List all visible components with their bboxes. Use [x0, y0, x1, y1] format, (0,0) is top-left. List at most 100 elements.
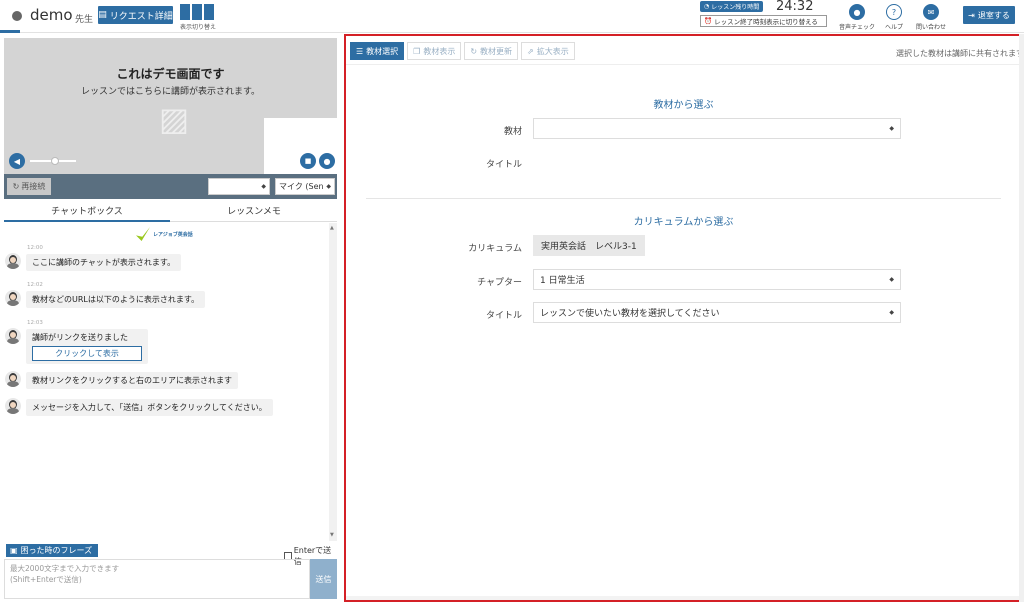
avatar	[5, 253, 21, 269]
refresh-icon: ↻	[12, 182, 20, 191]
title-label: タイトル	[485, 311, 522, 321]
material-refresh-label: 教材更新	[480, 46, 513, 56]
chevron-updown-icon: ◆	[326, 183, 331, 190]
status-indicator	[12, 11, 22, 21]
share-note: 選択した教材は講師に共有されます	[896, 49, 1024, 58]
avatar	[5, 290, 21, 306]
exit-room-button[interactable]: ⇥ 退室する	[963, 6, 1015, 24]
layout-icon	[180, 4, 216, 20]
message-time: 12:02	[27, 282, 43, 288]
timer-badge: ◔ レッスン残り時間	[700, 1, 764, 12]
volume-icon[interactable]: ◀	[9, 153, 25, 169]
request-detail-label: リクエスト詳細	[109, 11, 173, 22]
speaker-select[interactable]: ◆	[208, 178, 270, 195]
chevron-updown-icon: ◆	[261, 183, 266, 190]
chevron-updown-icon: ◆	[889, 276, 894, 283]
material-refresh-button[interactable]: ↻ 教材更新	[464, 42, 519, 60]
active-indicator	[0, 30, 20, 33]
scroll-down-icon[interactable]: ▼	[330, 532, 334, 538]
open-link-button[interactable]: クリックして表示	[32, 346, 142, 361]
message-bubble: ここに講師のチャットが表示されます。	[26, 254, 182, 271]
contact-button[interactable]: ✉ 問い合わせ	[911, 4, 951, 31]
section-title-materials: 教材から選ぶ	[653, 100, 714, 111]
video-subtitle: レッスンではこちらに講師が表示されます。	[80, 87, 261, 97]
message-bubble: メッセージを入力して、「送信」ボタンをクリックしてください。	[26, 399, 273, 416]
help-label: ヘルプ	[884, 24, 903, 31]
request-detail-button[interactable]: ▤ リクエスト詳細	[98, 6, 173, 24]
user-name: demo	[30, 6, 73, 24]
volume-slider-handle[interactable]	[51, 157, 59, 165]
send-button[interactable]: 送信	[310, 559, 337, 599]
audio-check-label: 音声チェック	[838, 24, 875, 31]
page-scrollbar[interactable]	[1019, 34, 1024, 602]
lesson-timer: ◔ レッスン残り時間 24:32 ⏰ レッスン終了時刻表示に切り替える	[700, 0, 828, 29]
material-label: 教材	[503, 127, 522, 137]
brand-logo: レアジョブ英会話	[136, 226, 193, 242]
timer-switch-button[interactable]: ⏰ レッスン終了時刻表示に切り替える	[700, 15, 827, 27]
scroll-up-icon[interactable]: ▲	[330, 225, 334, 231]
chapter-label: チャプター	[477, 278, 522, 288]
tab-lesson-memo[interactable]: レッスンメモ	[171, 205, 337, 222]
avatar	[5, 328, 21, 344]
timer-value: 24:32	[776, 0, 814, 14]
top-bar: demo 先生 ▤ リクエスト詳細 表示切り替え ◔ レッスン残り時間 24:3…	[0, 0, 1024, 33]
horizontal-scrollbar[interactable]	[346, 596, 1021, 600]
logo-icon	[136, 227, 150, 241]
list-icon: ☰	[356, 46, 364, 56]
input-placeholder-hint: (Shift+Enterで送信)	[10, 575, 82, 584]
material-select-label: 教材選択	[366, 46, 399, 56]
mic-select[interactable]: マイク (Sen ◆	[275, 178, 335, 195]
contact-label: 問い合わせ	[915, 24, 946, 31]
title-label: タイトル	[485, 160, 522, 170]
timer-badge-label: レッスン残り時間	[711, 4, 760, 11]
chat-input-toolbar: ▣ 困った時のフレーズ Enterで送信	[4, 543, 337, 566]
message-bubble: 講師がリンクを送りました クリックして表示	[26, 329, 148, 364]
title-select[interactable]: レッスンで使いたい教材を選択してください ◆	[533, 302, 901, 323]
message-time: 12:03	[27, 320, 43, 326]
toolbar-divider	[346, 64, 1021, 65]
question-icon: ?	[886, 4, 902, 20]
clock-icon: ◔	[704, 3, 710, 10]
message-text: 講師がリンクを送りました	[32, 333, 128, 342]
title-select-value: レッスンで使いたい教材を選択してください	[540, 309, 720, 319]
chat-log: レアジョブ英会話 12:00 ここに講師のチャットが表示されます。 12:02 …	[4, 223, 337, 541]
chevron-updown-icon: ◆	[889, 309, 894, 316]
exit-label: 退室する	[977, 10, 1010, 20]
expand-button[interactable]: ⇗ 拡大表示	[521, 42, 575, 60]
material-select-button[interactable]: ☰ 教材選択	[350, 42, 405, 60]
layout-toggle-label: 表示切り替え	[180, 24, 217, 31]
message-bubble: 教材などのURLは以下のように表示されます。	[26, 291, 206, 308]
phrases-button[interactable]: ▣ 困った時のフレーズ	[6, 544, 98, 557]
message-input[interactable]: 最大2000文字まで入力できます (Shift+Enterで送信)	[4, 559, 310, 599]
material-select[interactable]: ◆	[533, 118, 901, 139]
reconnect-button[interactable]: ↻ 再接続	[7, 178, 51, 195]
tab-chatbox[interactable]: チャットボックス	[4, 205, 170, 222]
copy-icon: ❐	[413, 46, 421, 56]
chat-bubble-icon: ▣	[10, 546, 18, 555]
phrases-label: 困った時のフレーズ	[20, 546, 93, 555]
device-control-bar: ↻ 再接続 ◆ マイク (Sen ◆	[4, 174, 337, 199]
mic-toggle-icon[interactable]: ●	[319, 153, 335, 169]
curriculum-label: カリキュラム	[468, 244, 522, 254]
document-icon: ▤	[98, 10, 107, 20]
video-title: これはデモ画面です	[116, 67, 225, 81]
help-button[interactable]: ? ヘルプ	[874, 4, 914, 31]
chat-scrollbar[interactable]: ▲ ▼	[329, 223, 337, 541]
chat-tabs: チャットボックス レッスンメモ	[4, 205, 337, 222]
chevron-updown-icon: ◆	[889, 125, 894, 132]
layout-toggle-button[interactable]: 表示切り替え	[180, 4, 217, 31]
message-time: 12:00	[27, 245, 43, 251]
material-panel: ☰ 教材選択 ❐ 教材表示 ↻ 教材更新 ⇗ 拡大表示 選択した教材は講師に共有…	[344, 34, 1024, 602]
material-toolbar: ☰ 教材選択 ❐ 教材表示 ↻ 教材更新 ⇗ 拡大表示	[350, 42, 575, 60]
external-link-icon: ⇗	[527, 46, 534, 56]
camera-icon[interactable]: ■	[300, 153, 316, 169]
camera-off-icon: ▨	[158, 100, 190, 138]
chapter-select-value: 1 日常生活	[540, 276, 585, 286]
chapter-select[interactable]: 1 日常生活 ◆	[533, 269, 901, 290]
message-bubble: 教材リンクをクリックすると右のエリアに表示されます	[26, 372, 238, 389]
avatar	[5, 398, 21, 414]
material-display-button[interactable]: ❐ 教材表示	[407, 42, 462, 60]
input-placeholder: 最大2000文字まで入力できます	[10, 564, 120, 573]
audio-check-button[interactable]: ● 音声チェック	[837, 4, 877, 31]
expand-label: 拡大表示	[536, 46, 569, 56]
